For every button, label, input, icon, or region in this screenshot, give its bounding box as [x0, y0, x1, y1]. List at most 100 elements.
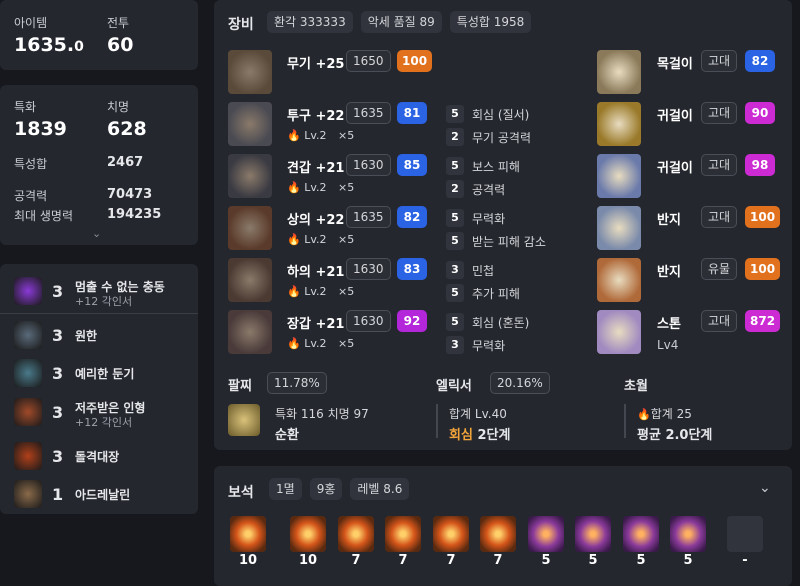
accessory-icon — [597, 258, 641, 302]
accessory-icon — [597, 206, 641, 250]
gem-slot[interactable]: 5 — [528, 516, 564, 574]
bracelet-line2: 순환 — [275, 428, 299, 443]
accessory-row[interactable]: 귀걸이 고대 90 — [597, 102, 777, 148]
accessory-row[interactable]: 귀걸이 고대 98 — [597, 154, 777, 200]
equipment-effect: 5 보스 피해 — [446, 157, 520, 175]
gem-level: 7 — [493, 553, 503, 568]
engraving-divider — [0, 313, 198, 314]
gem-slot[interactable]: - — [727, 516, 763, 574]
gem-level: 5 — [588, 553, 598, 568]
stats-panel: 특화 1839 치명 628 특성합 2467 공격력 70473 최대 생명력… — [0, 85, 198, 245]
equipment-quality: 92 — [397, 310, 427, 332]
bracelet-title: 팔찌 — [228, 379, 252, 394]
equipment-item-level: 1635 — [346, 206, 391, 228]
engraving-item[interactable]: 3 원한 — [14, 321, 194, 351]
engraving-level: 3 — [52, 364, 64, 383]
accessory-name: 반지 — [657, 213, 681, 228]
gem-level: 10 — [298, 553, 318, 568]
stat-total-label: 특성합 — [14, 157, 48, 171]
gem-level: 5 — [541, 553, 551, 568]
chevron-down-icon[interactable]: ⌄ — [92, 227, 101, 240]
engraving-item[interactable]: 3 멈출 수 없는 충동 +12 각인서 — [14, 277, 194, 308]
gems-pill-level: 레벨 8.6 — [350, 478, 410, 500]
accessory-row[interactable]: 반지 고대 100 — [597, 206, 781, 252]
engraving-item[interactable]: 3 돌격대장 — [14, 442, 194, 472]
engraving-icon — [14, 359, 42, 387]
gem-slot[interactable]: 7 — [338, 516, 374, 574]
equipment-effect: 2 무기 공격력 — [446, 128, 531, 146]
elixir-pct: 20.16% — [490, 372, 550, 394]
accessory-quality: 82 — [745, 50, 775, 72]
accessory-grade: 고대 — [701, 310, 738, 332]
equipment-row[interactable]: 견갑 +21 1630 85 🔥 Lv.2 ×5 5 보스 피해 2 공격력 — [228, 154, 558, 200]
equipment-row[interactable]: 하의 +21 1630 83 🔥 Lv.2 ×5 3 민첩 5 추가 피해 — [228, 258, 558, 304]
equipment-quality: 82 — [397, 206, 427, 228]
hp-value: 194235 — [107, 207, 162, 222]
spec-label: 특화 — [14, 100, 37, 114]
gem-slot[interactable]: 10 — [290, 516, 326, 574]
equipment-icon — [228, 206, 272, 250]
equipment-effect: 5 회심 (혼돈) — [446, 313, 529, 331]
gem-slot[interactable]: 10 — [230, 516, 266, 574]
equipment-name: 무기 +25 — [287, 57, 345, 72]
accessory-icon — [597, 154, 641, 198]
accessory-row[interactable]: 목걸이 고대 82 — [597, 50, 777, 96]
equipment-row[interactable]: 무기 +25 1650 100 — [228, 50, 558, 96]
gem-slot[interactable]: 5 — [623, 516, 659, 574]
gem-icon — [338, 516, 374, 552]
engraving-item[interactable]: 3 예리한 둔기 — [14, 359, 194, 389]
elixir-line1: 합계 Lv.40 — [449, 407, 507, 421]
equipment-effect: 5 받는 피해 감소 — [446, 232, 546, 250]
accessory-grade: 유물 — [701, 258, 738, 280]
bracelet-line1: 특화 116 치명 97 — [275, 407, 369, 421]
engraving-name: 돌격대장 — [75, 450, 120, 464]
gem-level: 7 — [398, 553, 408, 568]
gem-slot[interactable]: 7 — [480, 516, 516, 574]
gem-icon — [528, 516, 564, 552]
stat-total-pill: 특성합 1958 — [449, 11, 532, 33]
flame-icon: 🔥 — [287, 129, 301, 142]
accessory-row[interactable]: 반지 유물 100 — [597, 258, 781, 304]
engraving-icon — [14, 277, 42, 305]
equipment-item-level: 1635 — [346, 102, 391, 124]
equipment-item-level: 1630 — [346, 154, 391, 176]
accessory-quality: 100 — [745, 258, 781, 280]
engraving-item[interactable]: 1 아드레날린 — [14, 480, 194, 510]
gem-icon — [480, 516, 516, 552]
gem-level: 10 — [238, 553, 258, 568]
engraving-item[interactable]: 3 저주받은 인형 +12 각인서 — [14, 398, 194, 429]
gem-icon — [623, 516, 659, 552]
accessory-name: 반지 — [657, 265, 681, 280]
gem-slot[interactable]: 7 — [433, 516, 469, 574]
engraving-icon — [14, 398, 42, 426]
accessory-grade: 고대 — [701, 154, 738, 176]
accessory-icon — [597, 50, 641, 94]
equipment-item-level: 1630 — [346, 310, 391, 332]
item-level-value: 1635.0 — [14, 34, 84, 56]
spec-value: 1839 — [14, 118, 67, 140]
accessory-grade: 고대 — [701, 206, 738, 228]
battle-level-label: 전투 — [107, 16, 130, 30]
accessory-row[interactable]: 스톤 고대 872 Lv4 — [597, 310, 781, 356]
gem-slot[interactable]: 5 — [670, 516, 706, 574]
equipment-row[interactable]: 장갑 +21 1630 92 🔥 Lv.2 ×5 5 회심 (혼돈) 3 무력화 — [228, 310, 558, 356]
equipment-icon — [228, 50, 272, 94]
gem-icon — [290, 516, 326, 552]
gems-pill-crimson: 9홍 — [309, 478, 343, 500]
gem-icon — [230, 516, 266, 552]
flame-icon: 🔥 — [287, 233, 301, 246]
equipment-effect: 5 회심 (질서) — [446, 105, 529, 123]
equipment-icon — [228, 154, 272, 198]
equipment-tier: 🔥 Lv.2 ×5 — [287, 285, 355, 298]
collapse-chevron-icon[interactable]: ⌄ — [759, 480, 771, 496]
equipment-item-level: 1650 — [346, 50, 391, 72]
gem-slot[interactable]: 5 — [575, 516, 611, 574]
equipment-row[interactable]: 상의 +22 1635 82 🔥 Lv.2 ×5 5 무력화 5 받는 피해 감소 — [228, 206, 558, 252]
accessory-grade: 고대 — [701, 50, 738, 72]
bracelet-pct: 11.78% — [267, 372, 327, 394]
equipment-row[interactable]: 투구 +22 1635 81 🔥 Lv.2 ×5 5 회심 (질서) 2 무기 공격력 — [228, 102, 558, 148]
gem-slot[interactable]: 7 — [385, 516, 421, 574]
accessory-icon — [597, 102, 641, 146]
equipment-item-level: 1630 — [346, 258, 391, 280]
elixir-divider — [436, 404, 438, 438]
